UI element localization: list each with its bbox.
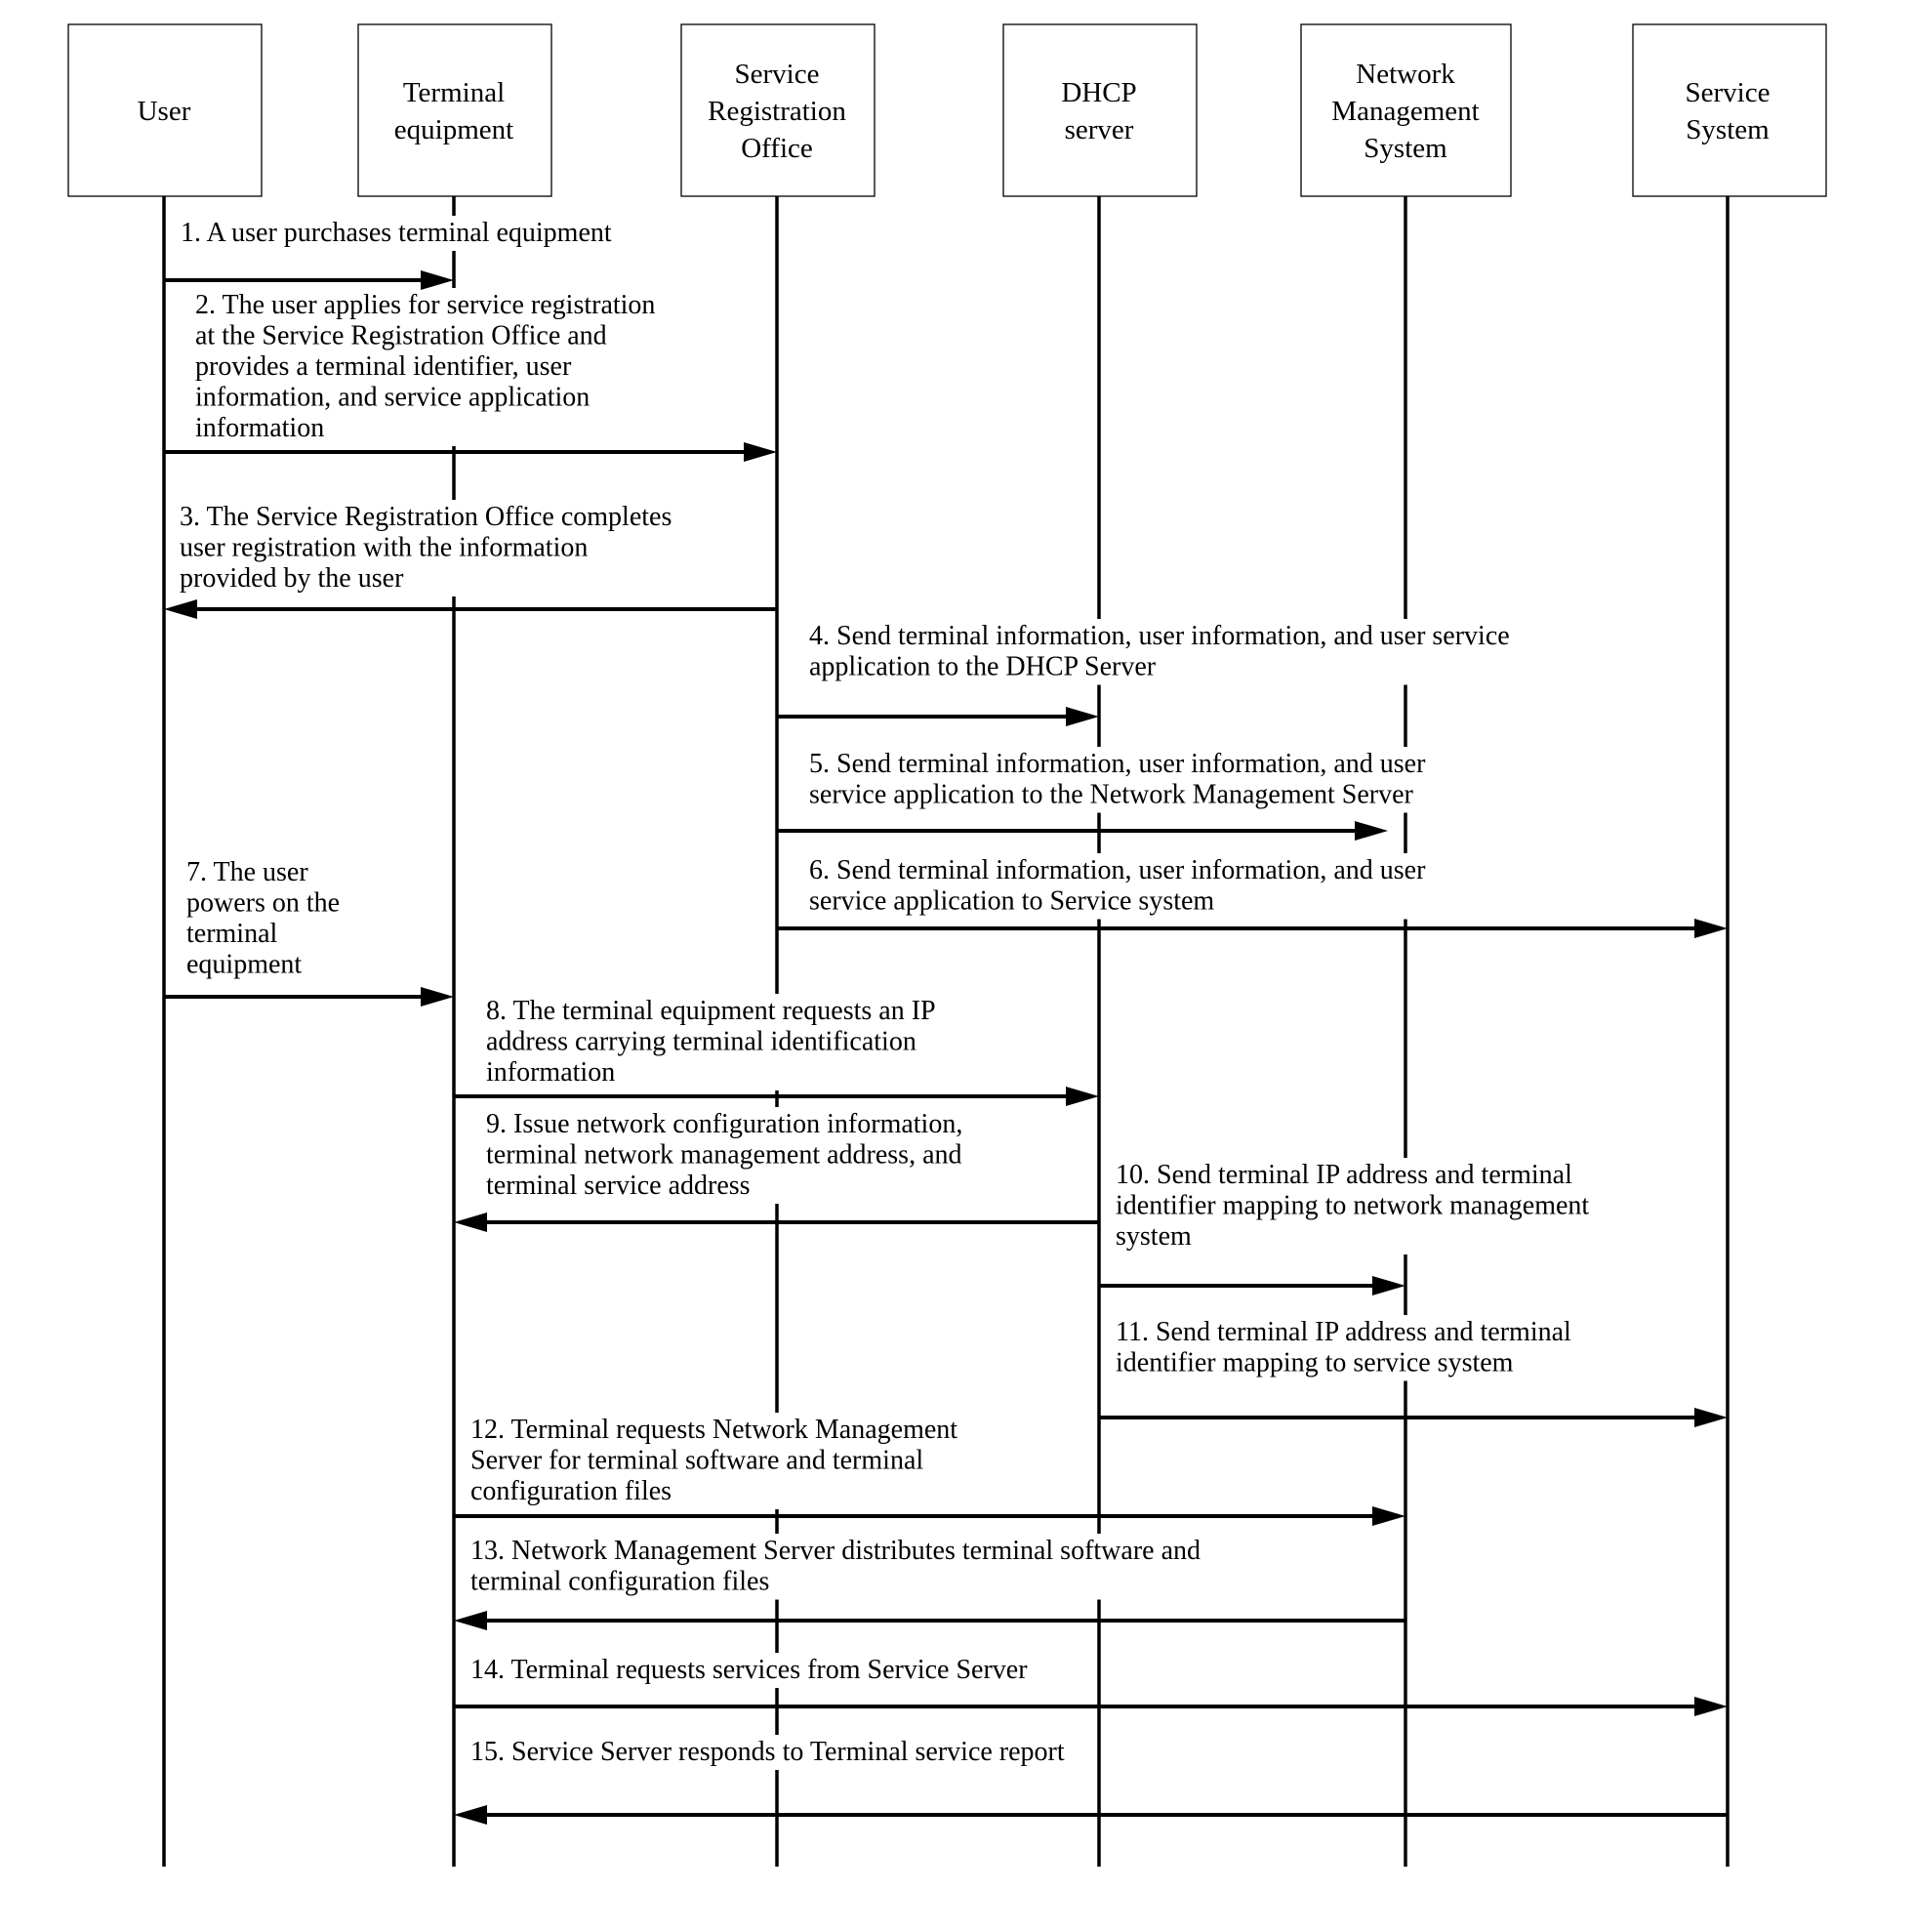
message-label: 6. Send terminal information, user infor… <box>809 855 1426 885</box>
participant-box <box>1632 23 1827 197</box>
arrowhead-icon <box>744 442 777 462</box>
arrowhead-icon <box>1694 1408 1728 1427</box>
message-3: 3. The Service Registration Office compl… <box>164 502 777 619</box>
sequence-diagram: 1. A user purchases terminal equipment 2.… <box>67 23 1827 1867</box>
participant-ss: Service System <box>1632 23 1827 197</box>
message-label: system <box>1116 1221 1192 1252</box>
arrowhead-icon <box>1694 919 1728 938</box>
participant-label: Office <box>741 133 813 164</box>
participant-box <box>357 23 552 197</box>
arrowhead-icon <box>421 270 454 290</box>
arrowhead-icon <box>454 1611 487 1630</box>
message-label: application to the DHCP Server <box>809 652 1157 682</box>
arrowhead-icon <box>1355 821 1388 841</box>
message-label: provides a terminal identifier, user <box>195 351 572 382</box>
participant-nms: Network Management System <box>1300 23 1512 197</box>
arrowhead-icon <box>1694 1697 1728 1716</box>
message-label: 4. Send terminal information, user infor… <box>809 621 1510 651</box>
message-label: provided by the user <box>180 563 404 594</box>
arrowhead-icon <box>1066 1087 1099 1106</box>
message-label: information <box>486 1057 615 1088</box>
arrowhead-icon <box>421 987 454 1007</box>
participant-box <box>1002 23 1198 197</box>
message-label: terminal configuration files <box>470 1567 769 1597</box>
message-label: powers on the <box>186 888 340 919</box>
message-label: 13. Network Management Server distribute… <box>470 1536 1201 1566</box>
participant-terminal: Terminal equipment <box>357 23 552 197</box>
participant-label: Registration <box>708 96 846 127</box>
participant-label: Management <box>1331 96 1479 127</box>
message-label: service application to the Network Manag… <box>809 780 1414 810</box>
message-label: 12. Terminal requests Network Management <box>470 1415 957 1445</box>
arrowhead-icon <box>454 1213 487 1232</box>
message-label: Server for terminal software and termina… <box>470 1446 923 1476</box>
participants: User Terminal equipment Service Registration… <box>67 23 1827 197</box>
arrowhead-icon <box>1066 707 1099 726</box>
participant-label: System <box>1686 114 1770 145</box>
message-15: 15. Service Server responds to Terminal … <box>454 1737 1728 1825</box>
participant-label: Service <box>1686 77 1771 108</box>
message-label: identifier mapping to network management <box>1116 1191 1589 1221</box>
message-label: terminal <box>186 919 278 949</box>
message-label: terminal service address <box>486 1171 751 1201</box>
arrowhead-icon <box>1372 1506 1405 1526</box>
message-label: service application to Service system <box>809 886 1214 917</box>
message-label: 14. Terminal requests services from Serv… <box>470 1655 1028 1685</box>
participant-dhcp: DHCP server <box>1002 23 1198 197</box>
message-label: configuration files <box>470 1476 672 1506</box>
message-1: 1. A user purchases terminal equipment <box>164 218 612 290</box>
message-label: 1. A user purchases terminal equipment <box>181 218 612 248</box>
message-label: 5. Send terminal information, user infor… <box>809 749 1426 779</box>
message-label: terminal network management address, and <box>486 1140 962 1171</box>
participant-user: User <box>67 23 263 197</box>
participant-label: System <box>1364 133 1447 164</box>
message-11: 11. Send terminal IP address and termina… <box>1099 1317 1728 1427</box>
message-label: user registration with the information <box>180 533 588 563</box>
participant-label: User <box>138 96 191 127</box>
participant-label: Network <box>1356 59 1455 90</box>
message-5: 5. Send terminal information, user infor… <box>777 749 1426 841</box>
message-label: information, and service application <box>195 383 590 413</box>
message-label: equipment <box>186 950 302 980</box>
participant-label: Service <box>735 59 820 90</box>
arrowhead-icon <box>454 1805 487 1825</box>
message-label: 10. Send terminal IP address and termina… <box>1116 1160 1572 1190</box>
participant-label: equipment <box>394 114 513 145</box>
message-label: at the Service Registration Office and <box>195 321 607 351</box>
message-label: 7. The user <box>186 857 308 887</box>
message-label: 8. The terminal equipment requests an IP <box>486 996 936 1026</box>
participant-label: DHCP <box>1061 77 1136 108</box>
message-label: information <box>195 413 324 443</box>
message-label: 9. Issue network configuration informati… <box>486 1109 962 1139</box>
message-label: 3. The Service Registration Office compl… <box>180 502 672 532</box>
lifelines <box>162 196 1730 1867</box>
message-label: 11. Send terminal IP address and termina… <box>1116 1317 1571 1347</box>
message-label: identifier mapping to service system <box>1116 1348 1514 1378</box>
arrowhead-icon <box>164 599 197 619</box>
message-label: address carrying terminal identification <box>486 1027 916 1057</box>
participant-label: server <box>1065 114 1134 145</box>
arrowhead-icon <box>1372 1276 1405 1295</box>
message-label: 15. Service Server responds to Terminal … <box>470 1737 1065 1767</box>
participant-sro: Service Registration Office <box>680 23 876 197</box>
participant-label: Terminal <box>403 77 505 108</box>
message-label: 2. The user applies for service registra… <box>195 290 655 320</box>
